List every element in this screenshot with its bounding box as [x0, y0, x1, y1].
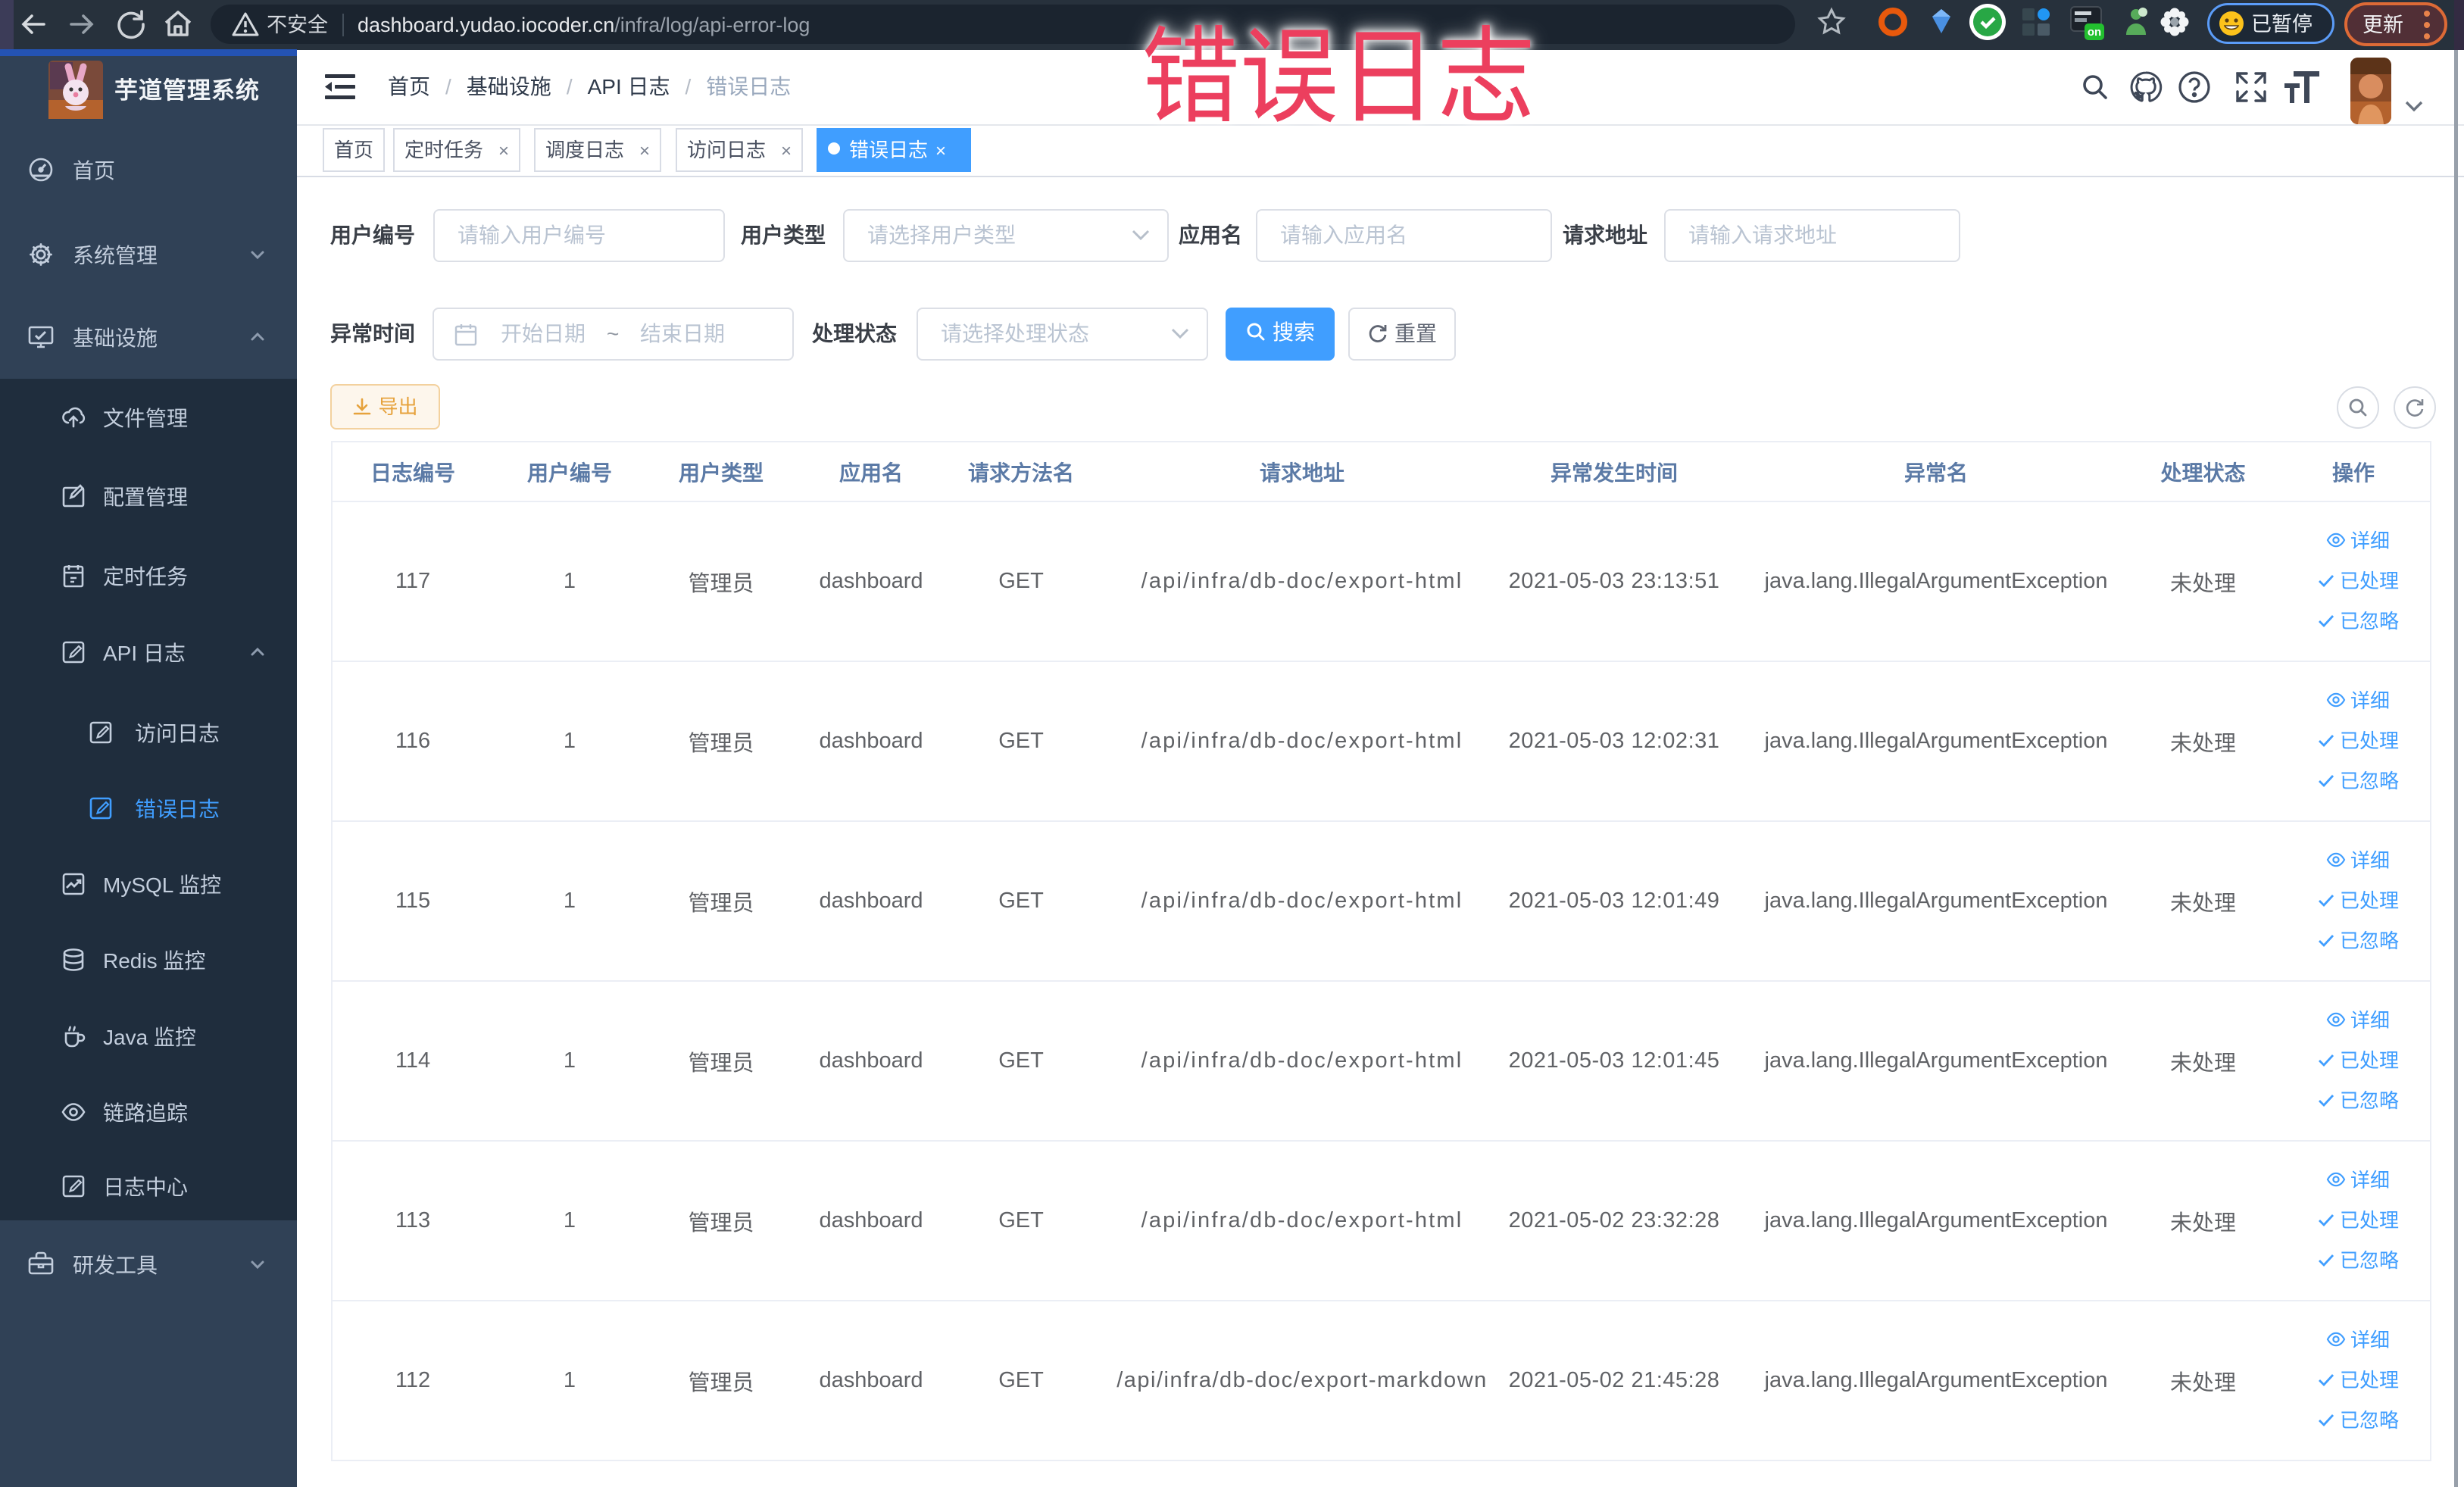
svg-text:on: on: [2088, 26, 2101, 39]
